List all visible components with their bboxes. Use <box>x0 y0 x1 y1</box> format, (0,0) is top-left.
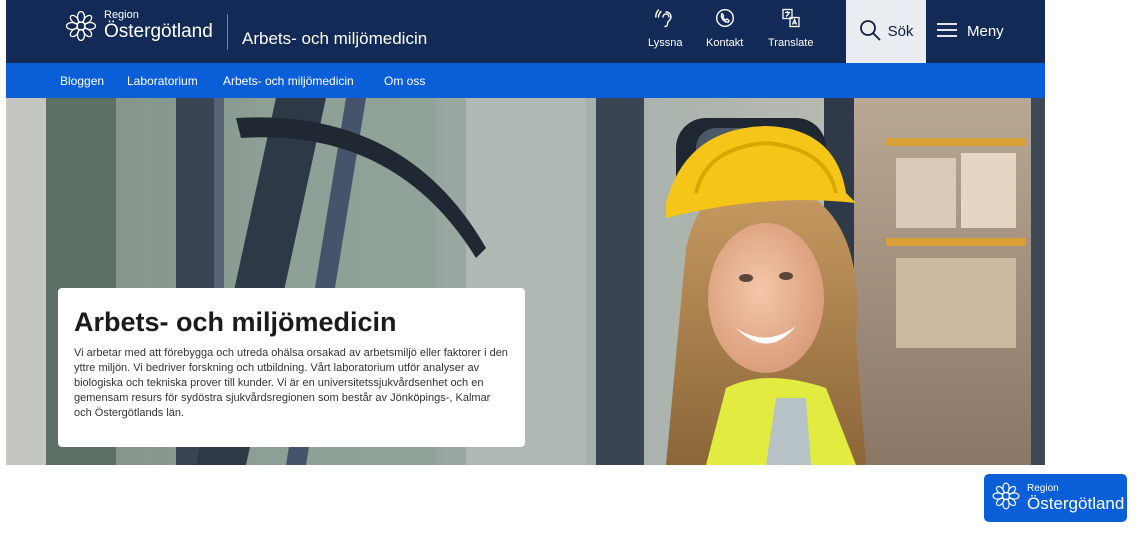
logo-name-text: Östergötland <box>104 21 213 42</box>
logo-wordmark: Region Östergötland <box>104 9 213 42</box>
nav-item-arbets-och-miljomedicin[interactable]: Arbets- och miljömedicin <box>223 74 354 88</box>
hero-section: Arbets- och miljömedicin Vi arbetar med … <box>6 98 1045 465</box>
nav-item-bloggen[interactable]: Bloggen <box>60 74 104 88</box>
listen-label: Lyssna <box>648 37 683 49</box>
footer-logo-region-text: Region <box>1027 483 1059 494</box>
ear-icon <box>648 8 682 33</box>
hamburger-icon <box>937 22 957 42</box>
intro-text: Vi arbetar med att förebygga och utreda … <box>74 347 508 419</box>
region-flower-icon <box>989 481 1023 516</box>
logo-region-text: Region <box>104 9 139 21</box>
phone-icon <box>706 8 743 33</box>
search-button[interactable]: Sök <box>846 0 926 63</box>
search-label: Sök <box>887 23 914 40</box>
menu-label: Meny <box>967 23 1004 40</box>
page-title: Arbets- och miljömedicin <box>74 307 397 337</box>
header-divider <box>227 14 228 50</box>
site-title-link[interactable]: Arbets- och miljömedicin <box>242 29 427 49</box>
translate-button[interactable]: Translate <box>768 8 813 49</box>
translate-icon <box>768 8 813 33</box>
section-nav: Bloggen Laboratorium Arbets- och miljöme… <box>6 63 1045 98</box>
contact-button[interactable]: Kontakt <box>706 8 743 49</box>
listen-button[interactable]: Lyssna <box>648 8 682 49</box>
footer-logo-name-text: Östergötland <box>1027 494 1125 513</box>
contact-label: Kontakt <box>706 37 744 49</box>
site-header: Region Östergötland Arbets- och miljömed… <box>6 0 1045 63</box>
footer-logo-wordmark: Region Östergötland <box>1027 483 1125 513</box>
search-icon <box>859 19 881 45</box>
nav-item-om-oss[interactable]: Om oss <box>384 74 425 88</box>
menu-button[interactable]: Meny <box>937 0 1004 63</box>
nav-item-laboratorium[interactable]: Laboratorium <box>127 74 198 88</box>
hero-card: Arbets- och miljömedicin Vi arbetar med … <box>58 288 525 447</box>
translate-label: Translate <box>768 37 814 49</box>
site-logo-link[interactable]: Region Östergötland <box>62 10 213 41</box>
footer-logo-link[interactable]: Region Östergötland <box>984 474 1127 522</box>
region-flower-icon <box>62 10 100 41</box>
